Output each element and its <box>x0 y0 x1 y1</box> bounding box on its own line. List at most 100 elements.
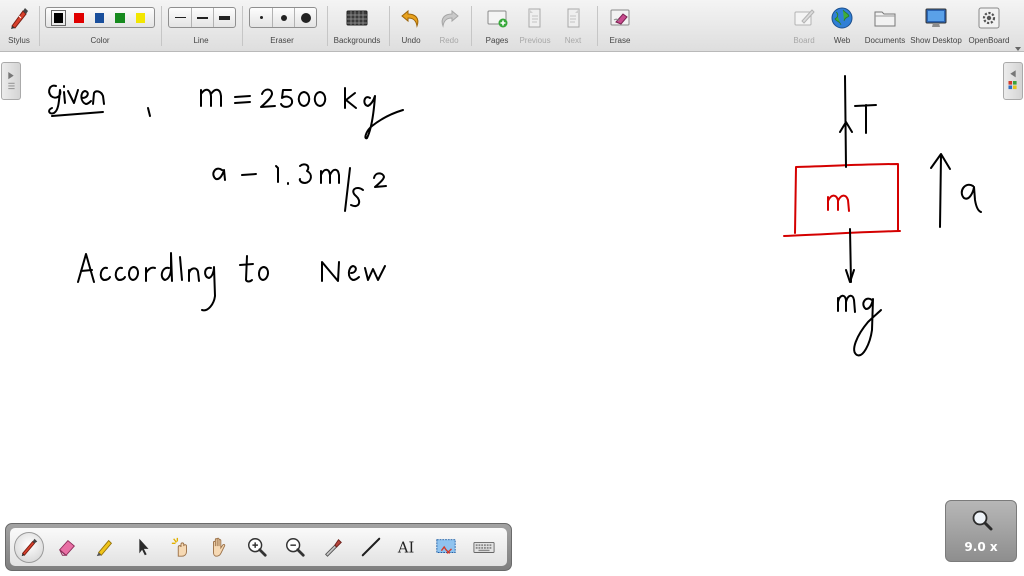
toolbar-separator <box>597 6 598 46</box>
stylus-tool-button[interactable] <box>14 531 45 563</box>
pointer-tool-button[interactable] <box>128 532 158 563</box>
web-button[interactable]: Web <box>826 0 858 52</box>
color-swatch-black[interactable] <box>50 9 67 26</box>
color-swatch-blue[interactable] <box>94 12 105 23</box>
color-label: Color <box>90 36 110 45</box>
board-icon <box>792 6 816 30</box>
next-label: Next <box>564 36 582 45</box>
eraser-icon <box>59 539 76 556</box>
board-label: Board <box>793 36 815 45</box>
toolbar-separator <box>389 6 390 46</box>
zoom-out-icon <box>285 538 305 557</box>
backgrounds-button[interactable]: Backgrounds <box>331 0 383 52</box>
toolbar-separator <box>161 6 162 46</box>
color-swatch-red[interactable] <box>74 12 84 23</box>
pipette-icon <box>324 538 342 557</box>
whiteboard-canvas[interactable] <box>0 52 1024 576</box>
toolbar-separator <box>242 6 243 46</box>
erase-label: Erase <box>609 36 631 45</box>
show-desktop-button[interactable]: Show Desktop <box>909 0 963 52</box>
text-tool-button[interactable]: AI <box>393 532 423 563</box>
line-tool-button[interactable] <box>355 532 385 563</box>
add-page-icon <box>485 6 509 30</box>
handwritten-sentence-according-to-new <box>77 252 386 312</box>
redo-label: Redo <box>439 36 459 45</box>
backgrounds-label: Backgrounds <box>333 36 381 45</box>
red-box-diagram <box>783 163 901 237</box>
previous-page-icon <box>523 6 547 30</box>
zoom-indicator[interactable]: 9.0 x <box>945 500 1017 562</box>
line-icon <box>361 537 380 557</box>
handwritten-mass-equation <box>200 87 404 140</box>
capture-tool-button[interactable] <box>431 532 461 563</box>
toolbar-separator <box>327 6 328 46</box>
previous-page-button[interactable]: Previous <box>516 0 554 52</box>
pointer-icon <box>139 538 149 556</box>
undo-icon <box>399 6 423 30</box>
main-toolbar: Stylus Color Line Eraser Backgrounds Und… <box>0 0 1024 52</box>
color-swatch-green[interactable] <box>115 12 125 23</box>
documents-button[interactable]: Documents <box>862 0 908 52</box>
redo-button[interactable]: Redo <box>432 0 466 52</box>
text-icon: AI <box>397 540 414 557</box>
toolbar-separator <box>471 6 472 46</box>
line-group: Line <box>166 0 236 52</box>
color-palette <box>45 7 155 28</box>
previous-label: Previous <box>519 36 551 45</box>
documents-label: Documents <box>864 36 906 45</box>
folder-icon <box>873 6 897 30</box>
handwritten-word-given <box>48 84 105 117</box>
collapse-toolbar-icon[interactable] <box>1014 40 1022 51</box>
zoom-level: 9.0 x <box>964 540 998 554</box>
line-width-picker <box>168 7 236 28</box>
eraser-tool-button[interactable] <box>52 532 82 563</box>
web-label: Web <box>833 36 851 45</box>
line-label: Line <box>193 36 209 45</box>
pages-label: Pages <box>485 36 509 45</box>
weight-vector-line <box>849 228 852 283</box>
keyboard-tool-button[interactable] <box>469 532 499 563</box>
stylus-icon <box>7 6 31 30</box>
handwriting-layer <box>48 75 982 357</box>
undo-button[interactable]: Undo <box>394 0 428 52</box>
eraser-large-option[interactable] <box>294 8 316 27</box>
next-page-icon <box>561 6 585 30</box>
show-desktop-label: Show Desktop <box>910 36 962 45</box>
pages-button[interactable]: Pages <box>480 0 514 52</box>
undo-label: Undo <box>401 36 421 45</box>
laser-pointer-icon <box>171 537 187 557</box>
tools-dock: AI <box>5 523 512 571</box>
backgrounds-icon <box>345 6 369 30</box>
handwritten-acceleration-arrow <box>930 153 982 228</box>
magnifier-icon <box>972 510 993 531</box>
eraser-size-picker <box>249 7 317 28</box>
redo-icon <box>437 6 461 30</box>
zoom-in-tool-button[interactable] <box>242 532 272 563</box>
svg-text:AI: AI <box>397 540 414 557</box>
color-group: Color <box>43 0 157 52</box>
erase-button[interactable]: Erase <box>603 0 637 52</box>
eraser-small-option[interactable] <box>250 8 272 27</box>
monitor-icon <box>924 6 948 30</box>
globe-icon <box>830 6 854 30</box>
color-swatch-yellow[interactable] <box>135 12 146 23</box>
line-thick-option[interactable] <box>213 8 235 27</box>
tools-dock-inner: AI <box>10 528 507 566</box>
stylus-button[interactable]: Stylus <box>2 0 36 52</box>
keyboard-icon <box>473 541 495 553</box>
eraser-label: Eraser <box>270 36 294 45</box>
zoom-out-tool-button[interactable] <box>279 532 309 563</box>
laser-pointer-tool-button[interactable] <box>166 532 196 563</box>
highlighter-tool-button[interactable] <box>90 532 120 563</box>
next-page-button[interactable]: Next <box>556 0 590 52</box>
pipette-tool-button[interactable] <box>317 532 347 563</box>
line-thin-option[interactable] <box>169 8 191 27</box>
line-medium-option[interactable] <box>191 8 213 27</box>
highlighter-icon <box>96 539 113 557</box>
stylus-label: Stylus <box>8 36 30 45</box>
hand-tool-button[interactable] <box>204 532 234 563</box>
capture-icon <box>436 539 456 554</box>
openboard-menu-button[interactable]: OpenBoard <box>965 0 1013 52</box>
eraser-medium-option[interactable] <box>272 8 294 27</box>
board-button[interactable]: Board <box>788 0 820 52</box>
